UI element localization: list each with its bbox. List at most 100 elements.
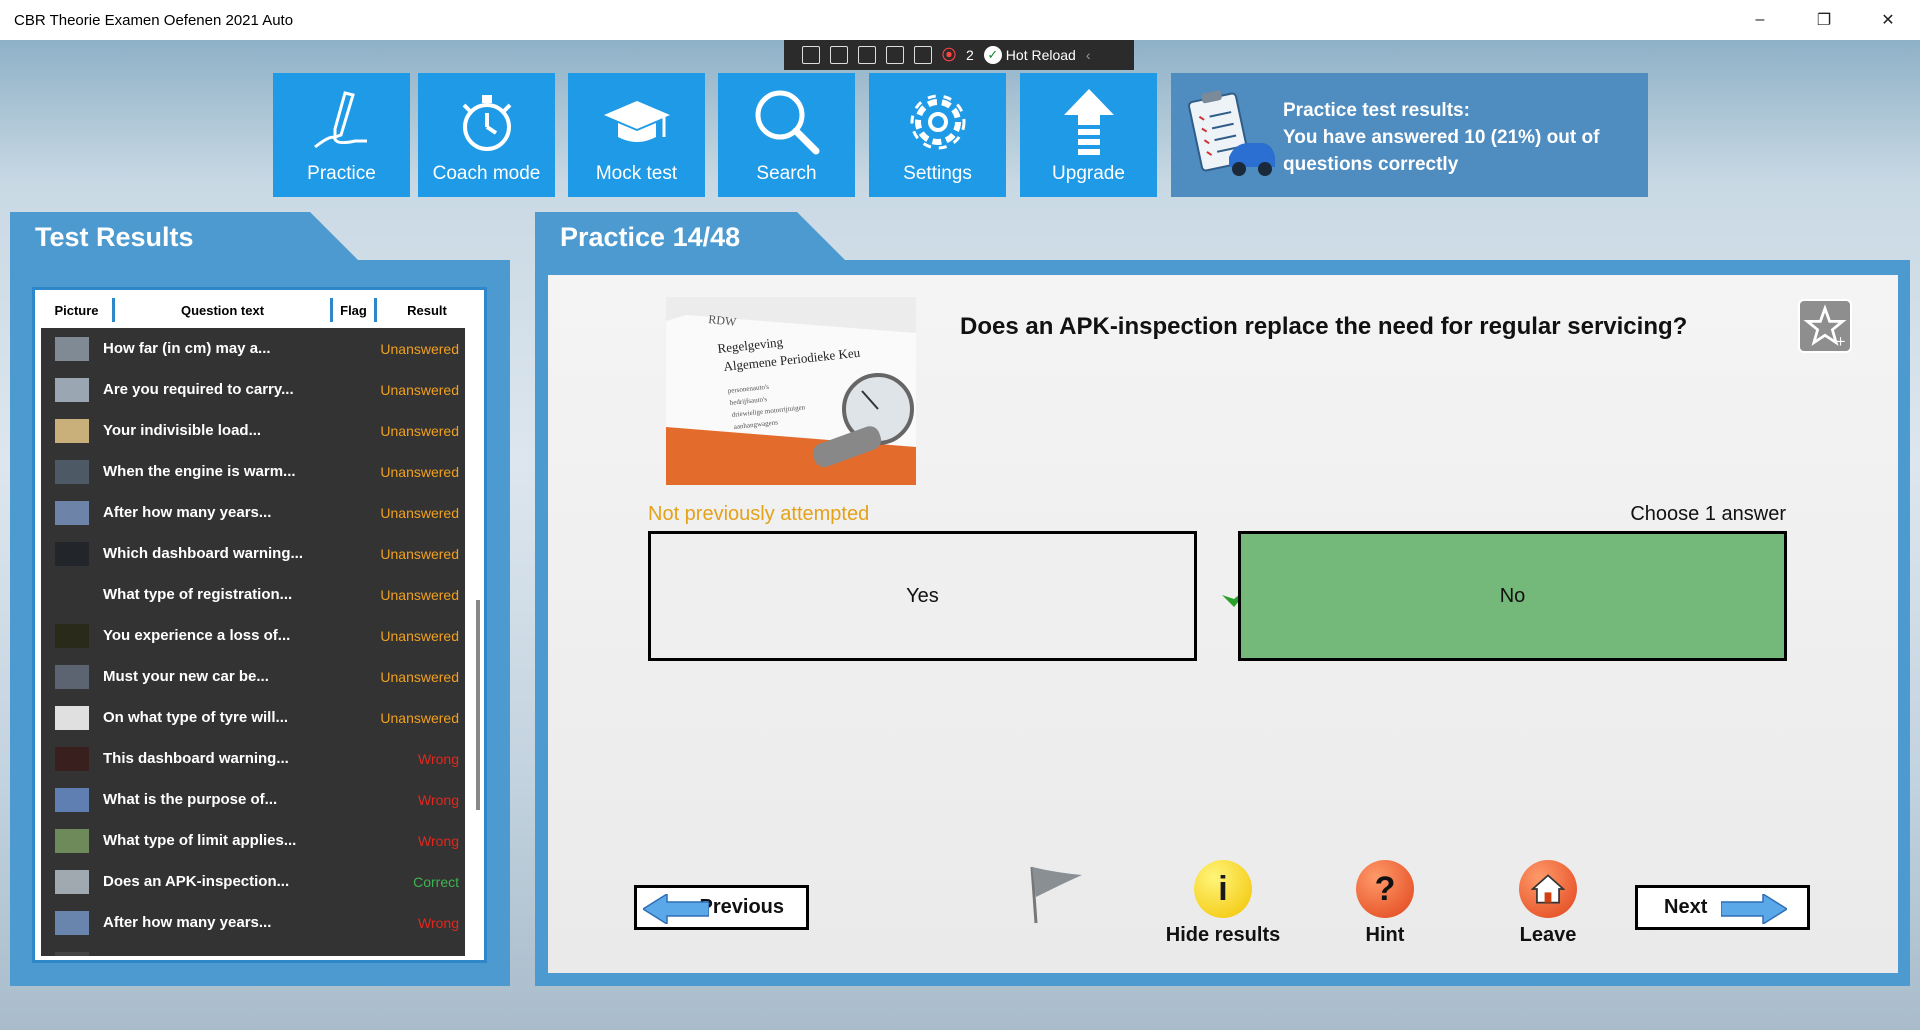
window-title: CBR Theorie Examen Oefenen 2021 Auto — [14, 11, 294, 29]
leave-button[interactable]: Leave — [1488, 860, 1608, 947]
info-icon: i — [1194, 860, 1252, 918]
flag-icon[interactable] — [1024, 863, 1088, 925]
scrollbar-thumb[interactable] — [476, 600, 480, 810]
row-thumbnail — [55, 951, 89, 956]
column-result[interactable]: Result — [377, 298, 477, 322]
test-results-title: Test Results — [35, 221, 194, 252]
row-thumbnail — [55, 746, 89, 771]
row-thumbnail — [55, 705, 89, 730]
settings-button[interactable]: Settings — [869, 73, 1006, 197]
table-row[interactable]: You experience a loss of... Unanswered — [41, 615, 465, 656]
results-line-1: Practice test results: — [1283, 100, 1470, 121]
table-row[interactable]: How far (in cm) may a... Unanswered — [41, 328, 465, 369]
binding-failures-icon[interactable]: ⦿ — [942, 45, 956, 65]
row-question-text: Is your oil pressure the... — [103, 955, 373, 956]
binding-failures-count: 2 — [966, 47, 974, 63]
row-result: Unanswered — [373, 956, 459, 957]
row-question-text: Are you required to carry... — [103, 381, 294, 398]
coach-mode-button[interactable]: Coach mode — [418, 73, 555, 197]
row-result: Unanswered — [380, 709, 459, 726]
table-row[interactable]: When the engine is warm... Unanswered — [41, 451, 465, 492]
row-question-text: After how many years... — [103, 504, 272, 521]
display-adorners-icon[interactable] — [858, 46, 876, 64]
answer-no[interactable]: No — [1238, 531, 1787, 661]
column-flag[interactable]: Flag — [333, 298, 377, 322]
upload-arrow-icon — [1063, 89, 1114, 155]
table-row[interactable]: Which dashboard warning... Unanswered — [41, 533, 465, 574]
table-row[interactable]: After how many years... Unanswered — [41, 492, 465, 533]
row-result: Wrong — [418, 832, 459, 849]
table-row[interactable]: Is your oil pressure the...Unanswered — [41, 943, 465, 956]
stopwatch-icon — [462, 95, 511, 151]
column-picture[interactable]: Picture — [41, 298, 115, 322]
results-line-3: questions correctly — [1283, 154, 1459, 175]
row-result: Unanswered — [380, 463, 459, 480]
upgrade-button[interactable]: Upgrade — [1020, 73, 1157, 197]
answer-instruction: Choose 1 answer — [1630, 503, 1786, 525]
star-plus-icon: + — [1803, 304, 1847, 349]
table-row[interactable]: Are you required to carry... Unanswered — [41, 369, 465, 410]
row-thumbnail — [55, 377, 89, 402]
practice-title: Practice 14/48 — [560, 221, 741, 252]
table-row[interactable]: Must your new car be... Unanswered — [41, 656, 465, 697]
previous-button[interactable]: Previous — [634, 885, 809, 930]
search-label: Search — [756, 163, 817, 184]
table-row[interactable]: What type of limit applies... Wrong — [41, 820, 465, 861]
mock-test-button[interactable]: Mock test — [568, 73, 705, 197]
hide-results-label: Hide results — [1165, 924, 1281, 946]
favorite-button[interactable]: + — [1798, 299, 1852, 353]
practice-label: Practice — [307, 163, 376, 184]
question-mark-icon: ? — [1356, 860, 1414, 918]
row-result: Unanswered — [380, 504, 459, 521]
row-thumbnail — [55, 910, 89, 935]
test-results-tab: Test Results — [10, 212, 360, 262]
minimize-button[interactable]: – — [1728, 0, 1792, 40]
close-button[interactable]: ✕ — [1856, 0, 1920, 40]
table-row[interactable]: What is the purpose of... Wrong — [41, 779, 465, 820]
arrow-right-icon — [1721, 894, 1787, 924]
title-bar: CBR Theorie Examen Oefenen 2021 Auto – ❐… — [0, 0, 1920, 40]
collapse-chevron-icon[interactable]: ‹ — [1086, 47, 1091, 63]
row-result: Unanswered — [380, 668, 459, 685]
row-result: Correct — [413, 873, 459, 890]
table-row[interactable]: Your indivisible load... Unanswered — [41, 410, 465, 451]
table-row[interactable]: On what type of tyre will... Unanswered — [41, 697, 465, 738]
hot-reload-status[interactable]: ✓ Hot Reload — [983, 46, 1076, 64]
practice-results-banner: Practice test results: You have answered… — [1171, 73, 1648, 197]
row-thumbnail — [55, 459, 89, 484]
row-question-text: On what type of tyre will... — [103, 709, 289, 726]
window-controls: – ❐ ✕ — [1728, 0, 1920, 40]
row-result: Wrong — [418, 791, 459, 808]
hot-reload-label: Hot Reload — [1005, 47, 1076, 63]
row-question-text: How far (in cm) may a... — [103, 340, 271, 357]
next-button[interactable]: Next — [1635, 885, 1810, 930]
answer-yes[interactable]: Yes — [648, 531, 1197, 661]
test-results-table: Picture Question text Flag Result How fa… — [32, 287, 487, 963]
layout-adorner-icon[interactable] — [914, 46, 932, 64]
clipboard-car-icon — [1187, 90, 1275, 176]
row-thumbnail — [55, 418, 89, 443]
table-row[interactable]: Does an APK-inspection... Correct — [41, 861, 465, 902]
select-element-icon[interactable] — [830, 46, 848, 64]
practice-button[interactable]: Practice — [273, 73, 410, 197]
mock-test-label: Mock test — [595, 163, 678, 184]
gear-icon — [910, 94, 965, 150]
search-button[interactable]: Search — [718, 73, 855, 197]
row-thumbnail — [55, 541, 89, 566]
results-list[interactable]: How far (in cm) may a... Unanswered Are yo… — [41, 328, 465, 956]
column-question-text[interactable]: Question text — [115, 298, 333, 322]
row-question-text: This dashboard warning... — [103, 750, 289, 767]
restore-button[interactable]: ❐ — [1792, 0, 1856, 40]
row-thumbnail — [55, 500, 89, 525]
live-tree-icon[interactable] — [802, 46, 820, 64]
row-thumbnail — [55, 787, 89, 812]
table-row[interactable]: After how many years... Wrong — [41, 902, 465, 943]
table-row[interactable]: What type of registration... Unanswered — [41, 574, 465, 615]
hint-button[interactable]: ? Hint — [1325, 860, 1445, 947]
track-focus-icon[interactable] — [886, 46, 904, 64]
row-question-text: Your indivisible load... — [103, 422, 262, 439]
hide-results-button[interactable]: i Hide results — [1163, 860, 1283, 947]
table-row[interactable]: This dashboard warning... Wrong — [41, 738, 465, 779]
row-question-text: Must your new car be... — [103, 668, 269, 685]
row-question-text: What is the purpose of... — [103, 791, 278, 808]
